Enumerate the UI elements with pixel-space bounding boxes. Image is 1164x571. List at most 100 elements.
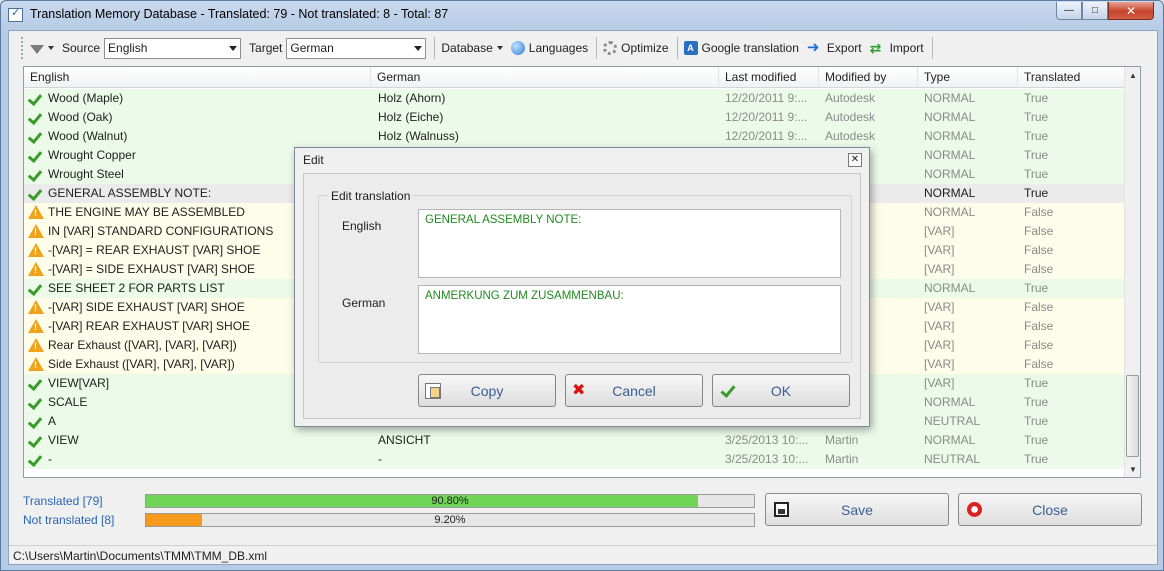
app-icon bbox=[8, 6, 23, 22]
main-window: Translation Memory Database - Translated… bbox=[0, 0, 1164, 571]
table-row[interactable]: VIEW ANSICHT 3/25/2013 10:... Martin NORMAL T… bbox=[24, 431, 1126, 450]
languages-label: Languages bbox=[528, 41, 589, 55]
edit-dialog-title: Edit bbox=[303, 153, 324, 167]
column-header-last-modified[interactable]: Last modified bbox=[719, 67, 819, 88]
close-button[interactable]: Close bbox=[958, 493, 1142, 526]
import-button[interactable]: ⇄ Import bbox=[870, 40, 924, 56]
cell-by: Martin bbox=[825, 433, 859, 447]
dialog-close-icon[interactable]: ✕ bbox=[848, 153, 862, 167]
ok-button[interactable]: OK bbox=[712, 374, 850, 407]
cell-modified: 3/25/2013 10:... bbox=[725, 452, 809, 466]
cell-translated: False bbox=[1024, 319, 1054, 333]
cancel-button[interactable]: ✖ Cancel bbox=[565, 374, 703, 407]
filter-button[interactable] bbox=[30, 43, 54, 54]
cell-type: [VAR] bbox=[924, 319, 955, 333]
database-menu-button[interactable]: Database bbox=[441, 41, 503, 55]
grid-header: English German Last modified Modified by… bbox=[24, 67, 1126, 88]
edit-dialog: Edit ✕ Edit translation English GENERAL … bbox=[294, 147, 870, 427]
minimize-button[interactable]: — bbox=[1056, 2, 1082, 20]
toolbar-grip[interactable] bbox=[21, 37, 24, 59]
cell-german: - bbox=[378, 452, 382, 466]
cell-type: NORMAL bbox=[924, 110, 976, 124]
table-row[interactable]: - - 3/25/2013 10:... Martin NEUTRAL True bbox=[24, 450, 1126, 469]
german-text-field[interactable]: ANMERKUNG ZUM ZUSAMMENBAU: bbox=[418, 285, 841, 354]
optimize-button[interactable]: Optimize bbox=[603, 41, 669, 55]
cell-by: Autodesk bbox=[825, 129, 876, 143]
table-row[interactable]: Wood (Maple) Holz (Ahorn) 12/20/2011 9:...… bbox=[24, 89, 1126, 108]
warning-icon bbox=[28, 357, 44, 371]
warning-icon bbox=[28, 262, 44, 276]
ok-check-icon bbox=[719, 383, 735, 399]
not-translated-count-link[interactable]: Not translated [8] bbox=[23, 513, 114, 527]
cell-german: Holz (Walnuss) bbox=[378, 129, 459, 143]
checkmark-icon bbox=[28, 415, 42, 428]
column-header-type[interactable]: Type bbox=[918, 67, 1018, 88]
cell-modified: 3/25/2013 10:... bbox=[725, 433, 809, 447]
cell-type: NORMAL bbox=[924, 281, 976, 295]
languages-button[interactable]: Languages bbox=[510, 41, 589, 55]
cell-modified: 12/20/2011 9:... bbox=[725, 91, 808, 105]
column-header-translated[interactable]: Translated bbox=[1018, 67, 1126, 88]
source-language-select[interactable]: English bbox=[104, 37, 242, 59]
export-button[interactable]: ➜ Export bbox=[807, 40, 862, 56]
table-row[interactable]: Wood (Oak) Holz (Eiche) 12/20/2011 9:... Au… bbox=[24, 108, 1126, 127]
checkmark-icon bbox=[28, 130, 42, 143]
translated-count-link[interactable]: Translated [79] bbox=[23, 494, 103, 508]
column-header-modified-by[interactable]: Modified by bbox=[819, 67, 918, 88]
maximize-button[interactable]: □ bbox=[1082, 2, 1108, 20]
cell-type: NORMAL bbox=[924, 129, 976, 143]
scroll-down-icon[interactable]: ▼ bbox=[1125, 461, 1140, 477]
google-translate-icon: A bbox=[683, 41, 698, 55]
chevron-down-icon bbox=[496, 46, 503, 50]
ok-button-label: OK bbox=[770, 382, 792, 399]
chevron-down-icon bbox=[48, 46, 54, 50]
cell-type: NORMAL bbox=[924, 167, 976, 181]
checkmark-icon bbox=[28, 453, 42, 466]
cell-type: NORMAL bbox=[924, 91, 976, 105]
cell-translated: False bbox=[1024, 300, 1054, 314]
toolbar-separator bbox=[434, 37, 436, 59]
column-header-german[interactable]: German bbox=[371, 67, 719, 88]
cell-english: Wood (Maple) bbox=[48, 91, 124, 105]
toolbar-separator bbox=[931, 37, 933, 59]
vertical-scrollbar[interactable]: ▲ ▼ bbox=[1124, 67, 1140, 477]
warning-icon bbox=[28, 243, 44, 257]
cell-translated: False bbox=[1024, 338, 1054, 352]
checkmark-icon bbox=[28, 434, 42, 447]
cell-german: ANSICHT bbox=[378, 433, 431, 447]
save-button[interactable]: Save bbox=[765, 493, 949, 526]
edit-dialog-body: Edit translation English GENERAL ASSEMBL… bbox=[303, 173, 861, 419]
cell-modified: 12/20/2011 9:... bbox=[725, 129, 808, 143]
source-language-value: English bbox=[108, 41, 148, 55]
edit-translation-group-label: Edit translation bbox=[328, 189, 414, 203]
import-icon: ⇄ bbox=[869, 40, 882, 56]
scrollbar-thumb[interactable] bbox=[1126, 375, 1139, 457]
target-language-select[interactable]: German bbox=[286, 37, 427, 59]
checkmark-icon bbox=[28, 377, 42, 390]
cell-german: Holz (Ahorn) bbox=[378, 91, 446, 105]
cell-translated: True bbox=[1024, 110, 1049, 124]
column-header-english[interactable]: English bbox=[24, 67, 371, 88]
translated-progress-bar: 90.80% bbox=[145, 494, 755, 508]
toolbar-separator bbox=[596, 37, 598, 59]
english-field-label: English bbox=[342, 219, 382, 233]
table-row[interactable]: Wood (Walnut) Holz (Walnuss) 12/20/2011 9:… bbox=[24, 127, 1126, 146]
google-translation-button[interactable]: A Google translation bbox=[683, 41, 799, 55]
title-bar: Translation Memory Database - Translated… bbox=[1, 1, 1163, 29]
cell-by: Autodesk bbox=[825, 91, 876, 105]
english-text-field[interactable]: GENERAL ASSEMBLY NOTE: bbox=[418, 209, 841, 278]
cell-english: - bbox=[48, 452, 52, 466]
chevron-down-icon bbox=[229, 45, 238, 51]
cell-type: NORMAL bbox=[924, 433, 976, 447]
cell-translated: True bbox=[1024, 186, 1049, 200]
cell-translated: True bbox=[1024, 395, 1049, 409]
scroll-up-icon[interactable]: ▲ bbox=[1125, 67, 1140, 83]
close-button-label: Close bbox=[1032, 501, 1068, 518]
close-window-button[interactable]: ✕ bbox=[1108, 2, 1154, 20]
cell-translated: True bbox=[1024, 414, 1049, 428]
cell-translated: True bbox=[1024, 376, 1049, 390]
warning-icon bbox=[28, 300, 44, 314]
copy-button[interactable]: Copy bbox=[418, 374, 556, 407]
cell-translated: False bbox=[1024, 224, 1054, 238]
globe-icon bbox=[510, 41, 525, 55]
